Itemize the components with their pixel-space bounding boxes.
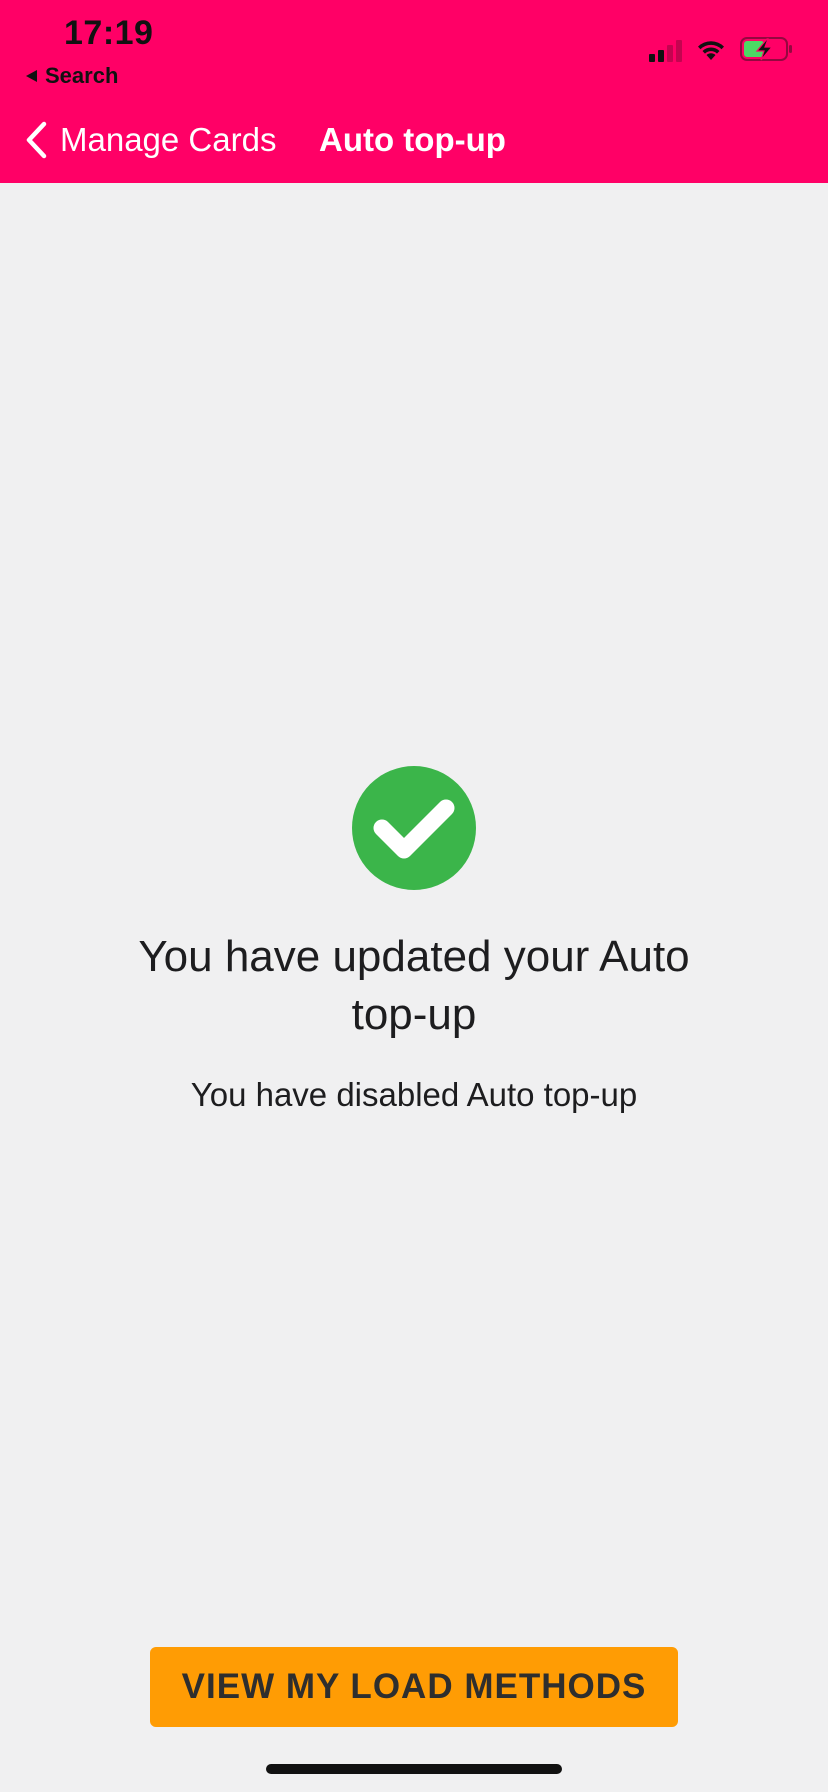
status-back-label: Search bbox=[45, 63, 119, 88]
chevron-left-icon bbox=[26, 121, 47, 159]
status-icons bbox=[649, 36, 794, 62]
back-triangle-icon bbox=[26, 70, 37, 82]
back-button-label: Manage Cards bbox=[60, 121, 277, 158]
home-indicator[interactable] bbox=[266, 1764, 562, 1774]
status-time: 17:19 bbox=[64, 14, 154, 52]
page-title: Auto top-up bbox=[319, 121, 506, 158]
confirmation-message: You have disabled Auto top-up bbox=[190, 1076, 638, 1113]
back-button[interactable]: Manage Cards bbox=[22, 112, 276, 168]
navigation-bar: Manage Cards Auto top-up bbox=[0, 112, 828, 168]
battery-charging-icon bbox=[740, 37, 792, 61]
view-load-methods-button[interactable]: VIEW MY LOAD METHODS bbox=[150, 1647, 678, 1727]
wifi-icon bbox=[698, 41, 724, 60]
check-circle-icon bbox=[352, 766, 476, 890]
app-header: 17:19 Search Manage Cards Auto top-up bbox=[0, 0, 828, 183]
status-back-to-app[interactable]: Search bbox=[26, 63, 118, 89]
confirmation-headline: You have updated your Auto top-up bbox=[138, 932, 690, 1039]
main-content: You have updated your Auto top-up You ha… bbox=[0, 183, 828, 1792]
signal-icon bbox=[649, 40, 682, 62]
